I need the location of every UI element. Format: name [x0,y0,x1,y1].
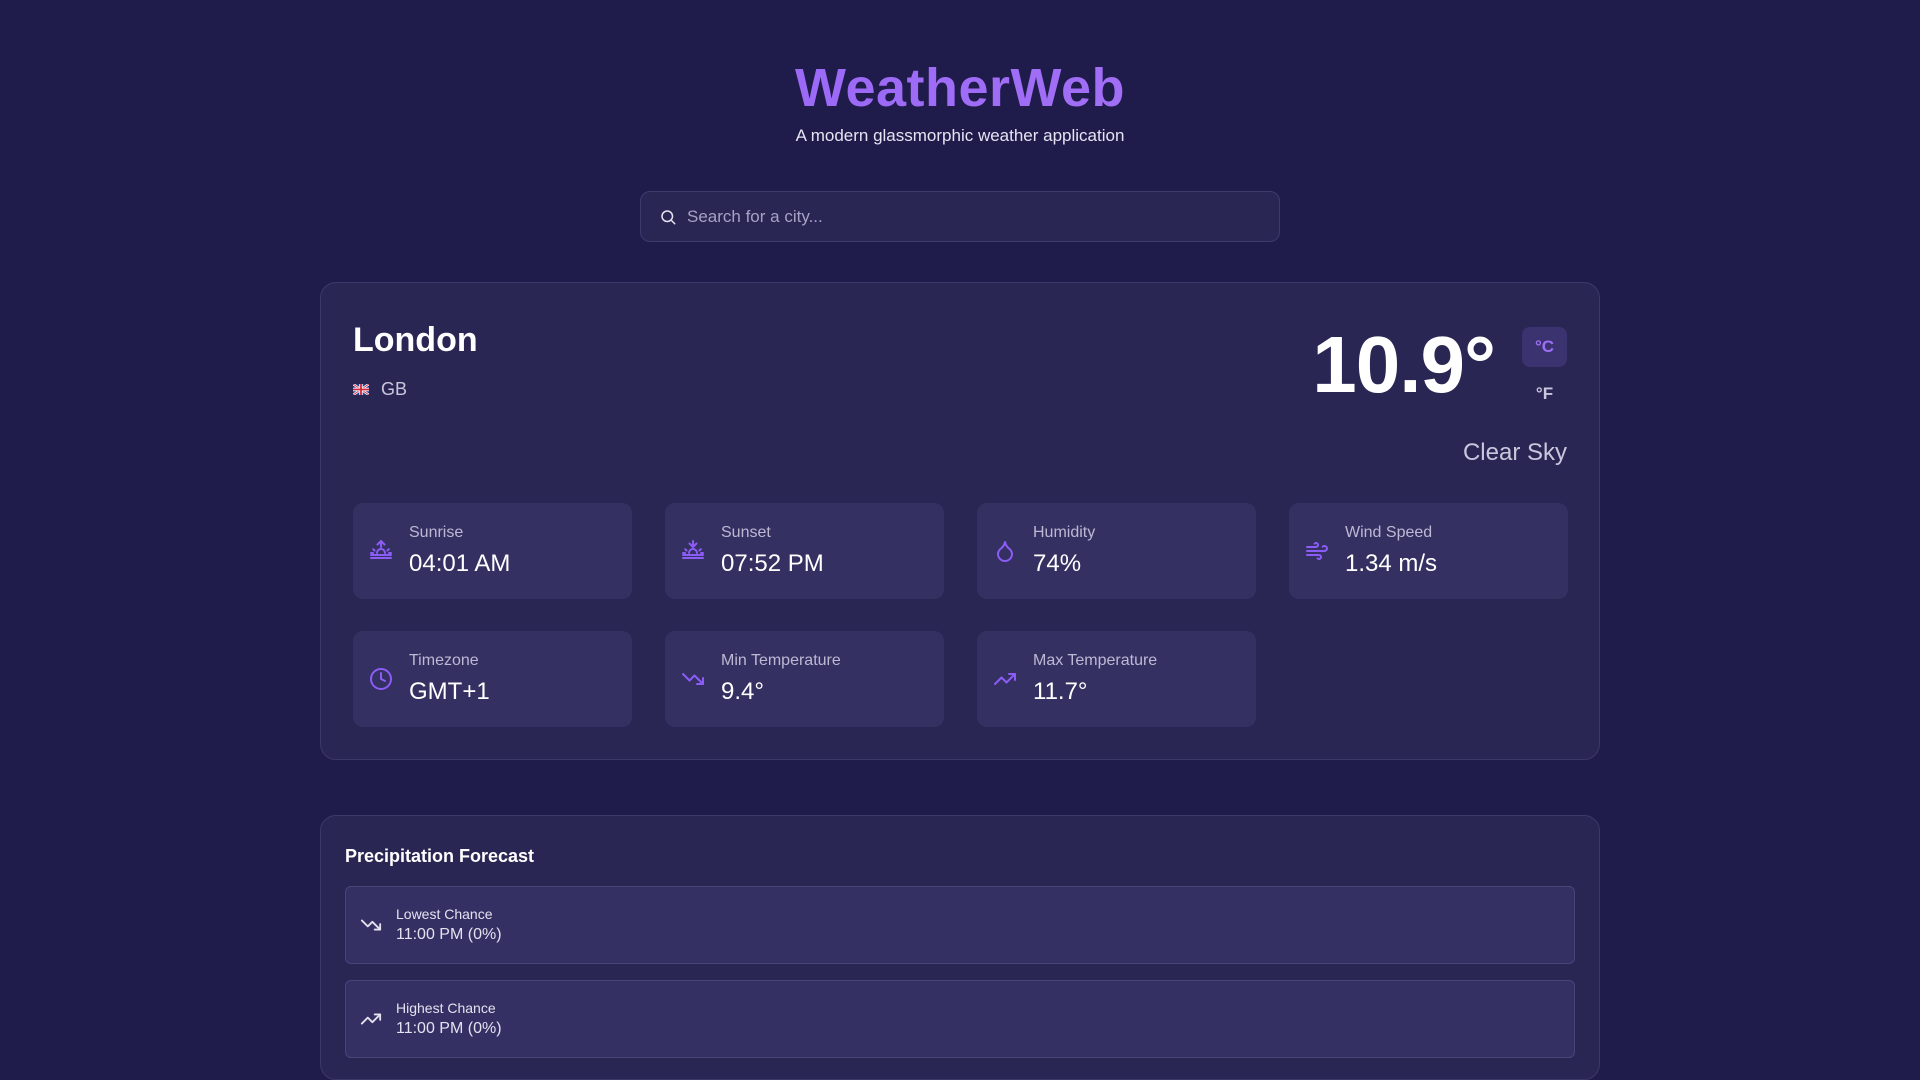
precip-label: Lowest Chance [396,906,493,922]
stat-value: 74% [1033,550,1082,577]
sunrise-icon [370,540,392,559]
stat-label: Sunset [721,524,771,541]
trending-up-icon [360,1013,382,1025]
uk-flag-icon [353,384,369,395]
stat-max-temperature: Max Temperature 11.7° [977,631,1256,727]
sunset-icon [682,540,704,559]
precipitation-card: Precipitation Forecast Lowest Chance 11:… [320,815,1600,1080]
precip-row-lowest: Lowest Chance 11:00 PM (0%) [345,886,1575,964]
current-weather-card: London GB 10.9° °C °F Clear Sky Sunrise [320,282,1600,760]
search-icon [661,209,676,224]
app-header: WeatherWeb A modern glassmorphic weather… [0,56,1920,146]
trending-down-icon [360,919,382,931]
stat-timezone: Timezone GMT+1 [353,631,632,727]
precip-label: Highest Chance [396,1000,496,1016]
trending-down-icon [682,673,704,685]
app-subtitle: A modern glassmorphic weather applicatio… [795,126,1125,145]
stat-wind-speed: Wind Speed 1.34 m/s [1289,503,1568,599]
country: GB [353,379,407,400]
country-code: GB [381,379,408,399]
stat-min-temperature: Min Temperature 9.4° [665,631,944,727]
stat-value: 1.34 m/s [1345,550,1438,577]
stat-sunrise: Sunrise 04:01 AM [353,503,632,599]
celsius-toggle[interactable]: °C [1522,327,1567,367]
stat-label: Timezone [409,652,479,669]
weather-condition: Clear Sky [1462,439,1567,466]
app-title: WeatherWeb [0,56,1920,120]
city-name: London [353,321,478,359]
stat-value: 07:52 PM [721,550,824,577]
current-temperature: 10.9° [1312,320,1496,409]
stat-sunset: Sunset 07:52 PM [665,503,944,599]
search-bar[interactable] [640,191,1280,242]
wind-icon [1306,542,1328,560]
search-input[interactable] [687,206,1247,227]
droplet-icon [997,541,1013,562]
trending-up-icon [994,673,1016,685]
clock-icon [370,668,392,690]
precip-value: 11:00 PM (0%) [396,1020,502,1037]
precipitation-title: Precipitation Forecast [345,846,535,866]
stat-label: Sunrise [409,524,464,541]
stat-value: 04:01 AM [409,550,511,577]
stat-value: GMT+1 [409,678,490,705]
stat-humidity: Humidity 74% [977,503,1256,599]
precip-row-highest: Highest Chance 11:00 PM (0%) [345,980,1575,1058]
stat-label: Min Temperature [721,652,841,669]
stat-label: Max Temperature [1033,652,1158,669]
weather-app: WeatherWeb A modern glassmorphic weather… [0,0,1920,1080]
stat-label: Wind Speed [1345,524,1433,541]
precip-value: 11:00 PM (0%) [396,926,502,943]
fahrenheit-toggle[interactable]: °F [1522,374,1567,414]
stat-value: 11.7° [1033,678,1088,705]
stat-value: 9.4° [721,678,764,705]
stat-label: Humidity [1033,524,1096,541]
